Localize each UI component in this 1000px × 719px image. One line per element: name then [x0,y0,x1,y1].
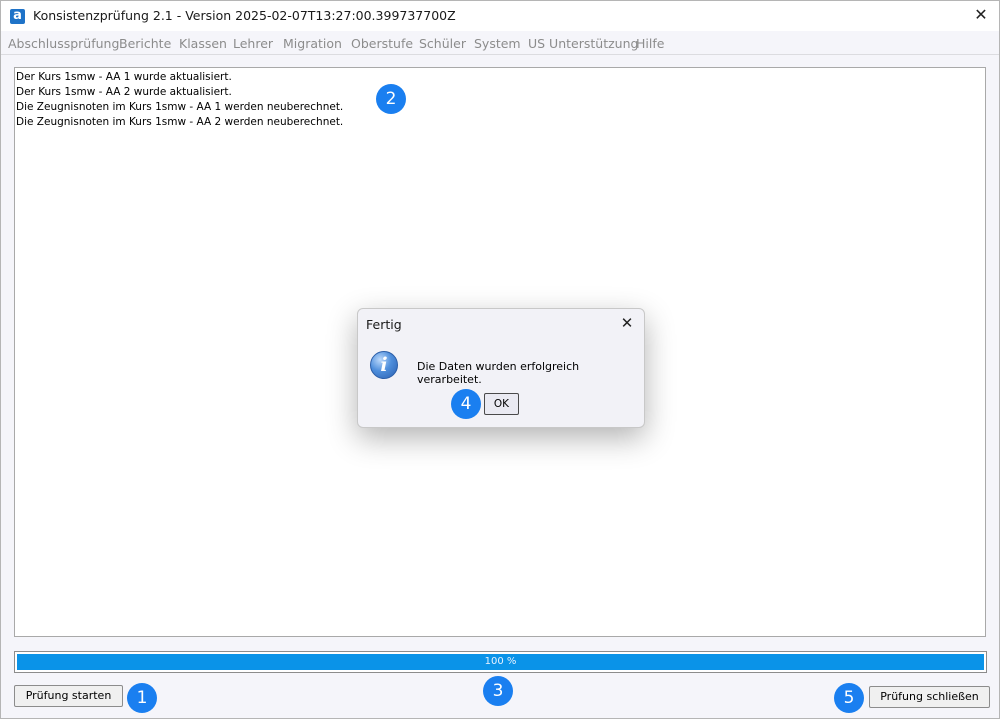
log-line: Der Kurs 1smw - AA 2 wurde aktualisiert. [16,86,232,98]
window-title: Konsistenzprüfung 2.1 - Version 2025-02-… [33,8,456,23]
dialog-message: Die Daten wurden erfolgreich verarbeitet… [417,360,580,386]
main-window: a Konsistenzprüfung 2.1 - Version 2025-0… [0,0,1000,719]
annotation-badge-3: 3 [483,676,513,706]
progress-label: 100 % [484,656,517,667]
annotation-badge-5: 5 [834,683,864,713]
menu-berichte[interactable]: Berichte [119,36,171,51]
annotation-badge-2: 2 [376,84,406,114]
info-icon: i [370,351,398,379]
log-line: Die Zeugnisnoten im Kurs 1smw - AA 2 wer… [16,116,344,128]
progress-bar: 100 % [14,651,987,673]
menu-abschlusspruefung[interactable]: Abschlussprüfung [8,36,119,51]
annotation-badge-1: 1 [127,683,157,713]
start-check-button[interactable]: Prüfung starten [14,685,123,707]
window-close-button[interactable]: ✕ [971,5,991,25]
menu-lehrer[interactable]: Lehrer [233,36,273,51]
log-line: Der Kurs 1smw - AA 1 wurde aktualisiert. [16,71,232,83]
menu-hilfe[interactable]: Hilfe [636,36,664,51]
menu-system[interactable]: System [474,36,521,51]
ok-button[interactable]: OK [484,393,519,415]
app-icon: a [10,9,25,24]
menu-bar: Abschlussprüfung Berichte Klassen Lehrer… [1,32,999,55]
title-bar: a Konsistenzprüfung 2.1 - Version 2025-0… [1,1,999,31]
menu-migration[interactable]: Migration [283,36,342,51]
dialog-title: Fertig [366,317,402,332]
log-line: Die Zeugnisnoten im Kurs 1smw - AA 1 wer… [16,101,344,113]
menu-oberstufe[interactable]: Oberstufe [351,36,413,51]
menu-klassen[interactable]: Klassen [179,36,227,51]
menu-schueler[interactable]: Schüler [419,36,466,51]
dialog-close-button[interactable]: ✕ [617,313,637,333]
close-check-button[interactable]: Prüfung schließen [869,686,990,708]
progress-fill: 100 % [17,654,984,670]
menu-us-unterstuetzung[interactable]: US Unterstützung [528,36,638,51]
annotation-badge-4: 4 [451,389,481,419]
done-dialog: Fertig ✕ i Die Daten wurden erfolgreich … [357,308,645,428]
